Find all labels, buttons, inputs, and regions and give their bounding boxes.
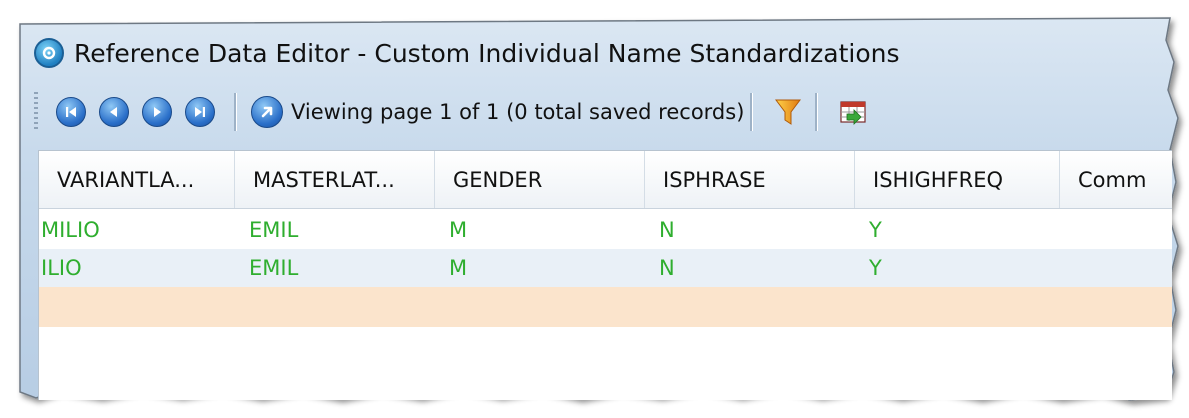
cell-comments[interactable]	[1060, 211, 1172, 249]
cell-variantlatin[interactable]: ILIO	[39, 249, 235, 287]
grid-header-row: VARIANTLA... MASTERLAT... GENDER ISPHRAS…	[39, 151, 1172, 209]
window-title: Reference Data Editor - Custom Individua…	[74, 38, 900, 68]
cell-comments[interactable]	[1060, 249, 1172, 287]
new-record-row[interactable]	[39, 287, 1172, 327]
cell-ishighfreq[interactable]: Y	[855, 211, 1060, 249]
toolbar-grip[interactable]	[34, 92, 38, 132]
records-grid: VARIANTLA... MASTERLAT... GENDER ISPHRAS…	[38, 150, 1172, 400]
navigation-toolbar: Viewing page 1 of 1 (0 total saved recor…	[20, 86, 1172, 138]
column-header-variantlatin[interactable]: VARIANTLA...	[39, 151, 235, 208]
cell-variantlatin[interactable]: MILIO	[39, 211, 235, 249]
column-header-gender[interactable]: GENDER	[435, 151, 645, 208]
cell-ishighfreq[interactable]: Y	[855, 249, 1060, 287]
table-row[interactable]: MILIO EMIL M N Y	[39, 211, 1172, 249]
first-page-icon[interactable]	[56, 97, 86, 127]
toolbar-separator	[750, 93, 754, 131]
table-row[interactable]: ILIO EMIL M N Y	[39, 249, 1172, 287]
next-page-icon[interactable]	[142, 97, 172, 127]
cell-masterlatin[interactable]: EMIL	[235, 211, 435, 249]
toolbar-separator	[815, 93, 819, 131]
previous-page-icon[interactable]	[99, 97, 129, 127]
cell-masterlatin[interactable]: EMIL	[235, 249, 435, 287]
filter-funnel-icon[interactable]	[771, 95, 805, 129]
last-page-icon[interactable]	[185, 97, 215, 127]
toolbar-separator	[234, 93, 237, 131]
column-header-comments[interactable]: Comm	[1060, 151, 1172, 208]
cell-gender[interactable]: M	[435, 211, 645, 249]
cell-gender[interactable]: M	[435, 249, 645, 287]
title-bar: Reference Data Editor - Custom Individua…	[20, 24, 1172, 82]
cell-isphrase[interactable]: N	[645, 211, 855, 249]
reference-data-editor-window: Reference Data Editor - Custom Individua…	[20, 24, 1172, 400]
export-grid-icon[interactable]	[836, 95, 870, 129]
column-header-masterlatin[interactable]: MASTERLAT...	[235, 151, 435, 208]
go-to-page-icon[interactable]	[251, 96, 283, 128]
column-header-isphrase[interactable]: ISPHRASE	[645, 151, 855, 208]
column-header-ishighfreq[interactable]: ISHIGHFREQ	[855, 151, 1060, 208]
cell-isphrase[interactable]: N	[645, 249, 855, 287]
app-logo-icon	[34, 38, 64, 68]
paging-status: Viewing page 1 of 1 (0 total saved recor…	[291, 100, 745, 124]
